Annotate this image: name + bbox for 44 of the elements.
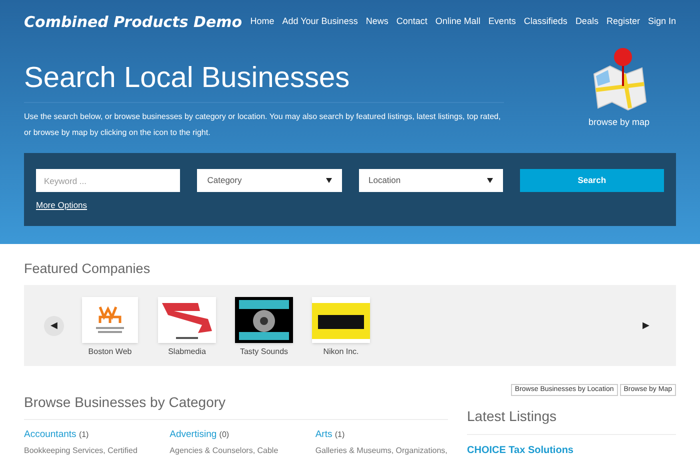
company-name[interactable]: Nikon Inc. <box>323 346 359 358</box>
site-title[interactable]: Combined Products Demo <box>24 10 242 34</box>
keyword-field[interactable]: Keyword ... <box>36 169 180 192</box>
category-count: (1) <box>78 430 89 440</box>
nav-link[interactable]: Deals <box>575 15 598 29</box>
logo-drawing <box>158 296 216 343</box>
section-heading: Browse Businesses by Category <box>24 392 448 420</box>
page-title: Search Local Businesses <box>24 60 504 103</box>
location-dropdown[interactable]: Location <box>358 169 503 192</box>
logo-drawing <box>82 296 138 343</box>
subcategory-text: Galleries & Museums, Organizations, <box>315 444 448 456</box>
logo-drawing <box>312 296 370 343</box>
caret-icon <box>326 178 332 183</box>
section-heading: Latest Listings <box>467 406 676 436</box>
logo-drawing <box>235 296 293 343</box>
nav-link[interactable]: Add Your Business <box>282 15 358 29</box>
listing-title[interactable]: CHOICE Tax Solutions <box>467 443 676 458</box>
category-link[interactable]: Arts <box>315 429 332 440</box>
next-button[interactable]: ▶ <box>636 316 656 336</box>
category-count: (1) <box>334 430 345 440</box>
browse-by-map-label[interactable]: browse by map <box>588 116 650 130</box>
nav-link[interactable]: Classifieds <box>524 15 568 29</box>
caret-icon <box>486 178 493 183</box>
nav-link[interactable]: Events <box>488 15 516 29</box>
company-name[interactable]: Boston Web <box>88 346 132 358</box>
intro-text: Use the search below, or browse businesses by category or location. You may also search by featured listings, latest listings, top rated, or browse by map by clicking on the icon to the right. <box>24 111 502 139</box>
section-heading: Featured Companies <box>24 260 152 278</box>
nav-link[interactable]: Contact <box>396 15 428 29</box>
category-link[interactable]: Advertising <box>170 429 217 440</box>
search-button[interactable]: Search <box>520 169 664 192</box>
category-dropdown[interactable]: Category <box>197 169 342 192</box>
nav-link[interactable]: News <box>366 15 388 29</box>
company-name[interactable]: Slabmedia <box>168 346 206 358</box>
nav-link[interactable]: Sign In <box>648 15 676 29</box>
company-name[interactable]: Tasty Sounds <box>240 346 288 358</box>
previous-button[interactable]: ◀ <box>44 316 64 336</box>
more-options-link[interactable]: More Options <box>36 199 88 212</box>
category-link[interactable]: Accountants <box>24 429 76 440</box>
subcategory-text: Agencies & Counselors, Cable <box>170 444 280 456</box>
category-count: (0) <box>219 430 230 440</box>
nav-link[interactable]: Register <box>606 15 640 29</box>
subcategory-text: Bookkeeping Services, Certified <box>24 444 138 456</box>
nav-link[interactable]: Home <box>250 15 274 29</box>
nav-link[interactable]: Online Mall <box>435 15 480 29</box>
